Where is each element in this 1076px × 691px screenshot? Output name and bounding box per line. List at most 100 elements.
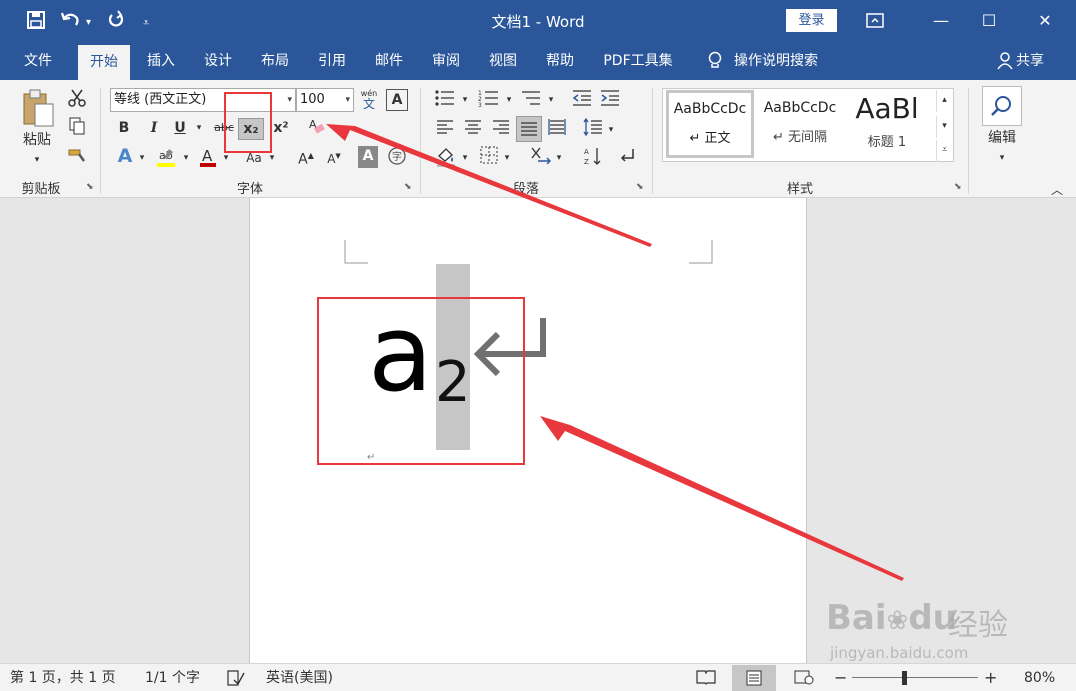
styles-more-icon[interactable]: ⩡: [936, 140, 952, 162]
zoom-slider-thumb[interactable]: [902, 671, 907, 685]
status-word-count[interactable]: 1/1 个字: [145, 669, 200, 687]
line-spacing-dropdown-icon[interactable]: ▾: [606, 120, 616, 142]
phonetic-guide-icon[interactable]: wén 文: [358, 89, 380, 111]
tab-layout[interactable]: 布局: [250, 42, 300, 80]
character-shading-icon[interactable]: A: [358, 146, 378, 168]
highlight-dropdown-icon[interactable]: ▾: [180, 148, 192, 170]
tab-references[interactable]: 引用: [307, 42, 357, 80]
underline-button[interactable]: U: [170, 118, 190, 140]
multilevel-list-icon[interactable]: [518, 88, 544, 110]
web-layout-icon[interactable]: [794, 669, 814, 690]
chinese-layout-icon[interactable]: [528, 146, 554, 168]
bold-button[interactable]: B: [114, 118, 134, 140]
italic-button[interactable]: I: [144, 118, 164, 140]
paste-dropdown-icon[interactable]: ▾: [30, 150, 44, 172]
style-normal[interactable]: AaBbCcDc ↵ 正文: [666, 90, 754, 158]
bullets-dropdown-icon[interactable]: ▾: [460, 90, 470, 112]
status-page[interactable]: 第 1 页，共 1 页: [10, 669, 116, 687]
window-title: 文档1 - Word: [491, 13, 585, 31]
character-border-button[interactable]: A: [386, 89, 408, 111]
style-no-spacing[interactable]: AaBbCcDc ↵ 无间隔: [756, 90, 844, 158]
paste-button[interactable]: 粘贴: [14, 130, 60, 152]
sort-icon[interactable]: AZ: [582, 146, 604, 168]
tab-insert[interactable]: 插入: [136, 42, 186, 80]
text-effects-dropdown-icon[interactable]: ▾: [136, 148, 148, 170]
tab-pdf-tools[interactable]: PDF工具集: [592, 42, 684, 80]
watermark-url: jingyan.baidu.com: [830, 644, 969, 662]
tab-help[interactable]: 帮助: [535, 42, 585, 80]
increase-indent-icon[interactable]: [598, 88, 622, 110]
watermark-brand: Bai❀du: [826, 598, 957, 638]
borders-icon[interactable]: [478, 146, 500, 168]
borders-dropdown-icon[interactable]: ▾: [502, 148, 512, 170]
numbering-icon[interactable]: 123: [476, 88, 502, 110]
font-color-icon[interactable]: A: [196, 146, 220, 168]
svg-text:字: 字: [392, 150, 402, 163]
grow-font-icon[interactable]: A▲: [296, 146, 316, 168]
find-icon[interactable]: [982, 86, 1022, 126]
align-left-icon[interactable]: [434, 118, 456, 140]
zoom-level[interactable]: 80%: [1024, 669, 1055, 687]
document-page[interactable]: a 2 ↵: [249, 198, 807, 663]
font-launcher-icon[interactable]: ⬊: [404, 182, 412, 192]
tab-design[interactable]: 设计: [193, 42, 243, 80]
minimize-button[interactable]: —: [918, 6, 964, 36]
proofing-icon[interactable]: [226, 669, 246, 691]
line-spacing-icon[interactable]: [582, 117, 604, 140]
numbering-dropdown-icon[interactable]: ▾: [504, 90, 514, 112]
tab-file[interactable]: 文件: [12, 42, 64, 80]
text-effects-icon[interactable]: A: [114, 146, 136, 168]
styles-scroll-down-icon[interactable]: ▾: [936, 116, 952, 138]
login-button[interactable]: 登录: [786, 9, 837, 32]
paste-icon[interactable]: [18, 88, 58, 132]
format-painter-icon[interactable]: [66, 144, 88, 166]
align-right-icon[interactable]: [490, 118, 512, 140]
paragraph-launcher-icon[interactable]: ⬊: [636, 182, 644, 192]
show-formatting-marks-icon[interactable]: [616, 146, 638, 168]
zoom-out-button[interactable]: −: [834, 669, 847, 687]
tab-view[interactable]: 视图: [478, 42, 528, 80]
highlight-color-icon[interactable]: ab: [154, 146, 178, 168]
editing-button[interactable]: 编辑: [978, 128, 1026, 150]
read-mode-icon[interactable]: [696, 669, 716, 690]
style-heading-1[interactable]: AaBl 标题 1: [846, 90, 928, 158]
group-separator: [968, 88, 969, 194]
shading-dropdown-icon[interactable]: ▾: [460, 148, 470, 170]
close-button[interactable]: ✕: [1022, 6, 1068, 36]
align-center-icon[interactable]: [462, 118, 484, 140]
shading-icon[interactable]: [434, 146, 458, 168]
zoom-in-button[interactable]: +: [984, 669, 997, 687]
enclose-characters-icon[interactable]: 字: [386, 146, 408, 168]
tab-home[interactable]: 开始: [78, 45, 130, 80]
maximize-button[interactable]: ☐: [966, 6, 1012, 36]
underline-dropdown-icon[interactable]: ▾: [192, 118, 206, 140]
cut-icon[interactable]: [66, 88, 88, 110]
distributed-icon[interactable]: [546, 118, 568, 140]
decrease-indent-icon[interactable]: [570, 88, 594, 110]
ribbon-display-options-icon[interactable]: [852, 6, 898, 36]
tell-me-search[interactable]: 操作说明搜索: [734, 42, 834, 80]
editing-dropdown-icon[interactable]: ▾: [995, 148, 1009, 170]
font-size-value: 100: [300, 92, 325, 107]
bullets-icon[interactable]: [432, 88, 458, 110]
shrink-font-icon[interactable]: A▼: [324, 146, 344, 168]
clipboard-launcher-icon[interactable]: ⬊: [86, 182, 94, 192]
multilevel-dropdown-icon[interactable]: ▾: [546, 90, 556, 112]
clear-formatting-icon[interactable]: A: [304, 116, 328, 138]
tab-review[interactable]: 审阅: [421, 42, 471, 80]
zoom-slider-track[interactable]: [852, 677, 978, 678]
share-button[interactable]: 共享: [1016, 42, 1050, 80]
copy-icon[interactable]: [66, 116, 88, 138]
svg-text:3: 3: [478, 102, 482, 108]
svg-text:A: A: [202, 147, 213, 165]
annotation-box-text: [317, 297, 525, 465]
tab-mailings[interactable]: 邮件: [364, 42, 414, 80]
print-layout-icon[interactable]: [732, 665, 776, 691]
styles-scroll-up-icon[interactable]: ▴: [936, 90, 952, 112]
styles-launcher-icon[interactable]: ⬊: [954, 182, 962, 192]
justify-icon[interactable]: [516, 116, 542, 142]
status-language[interactable]: 英语(美国): [266, 669, 333, 687]
font-size-combo[interactable]: 100 ▾: [296, 88, 354, 112]
svg-text:A: A: [584, 148, 589, 156]
chinese-layout-dropdown-icon[interactable]: ▾: [554, 148, 564, 170]
